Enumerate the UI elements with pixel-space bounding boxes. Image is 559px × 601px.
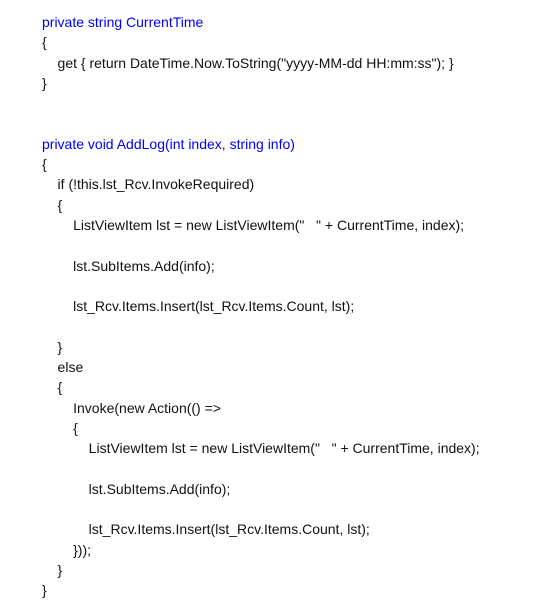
code-line: } [42, 582, 47, 598]
code-line: lst.SubItems.Add(info); [42, 481, 230, 497]
code-line: lst_Rcv.Items.Insert(lst_Rcv.Items.Count… [42, 521, 370, 537]
code-line: get { return DateTime.Now.ToString("yyyy… [42, 55, 454, 71]
code-line: { [42, 34, 47, 50]
code-line: Invoke(new Action(() => [42, 400, 221, 416]
code-line: { [42, 379, 62, 395]
code-line: private string CurrentTime [42, 14, 203, 30]
code-line: if (!this.lst_Rcv.InvokeRequired) [42, 176, 254, 192]
code-line: })); [42, 542, 91, 558]
code-line: { [42, 197, 62, 213]
code-block: private string CurrentTime { get { retur… [0, 0, 559, 601]
code-line: else [42, 359, 83, 375]
code-line: private void AddLog(int index, string in… [42, 136, 295, 152]
code-line: lst.SubItems.Add(info); [42, 258, 215, 274]
code-line: } [42, 339, 62, 355]
code-line: } [42, 562, 62, 578]
code-line: { [42, 420, 78, 436]
code-line: lst_Rcv.Items.Insert(lst_Rcv.Items.Count… [42, 298, 354, 314]
code-line: ListViewItem lst = new ListViewItem(" " … [42, 217, 464, 233]
code-line: ListViewItem lst = new ListViewItem(" " … [42, 440, 480, 456]
code-line: } [42, 75, 47, 91]
code-line: { [42, 156, 47, 172]
